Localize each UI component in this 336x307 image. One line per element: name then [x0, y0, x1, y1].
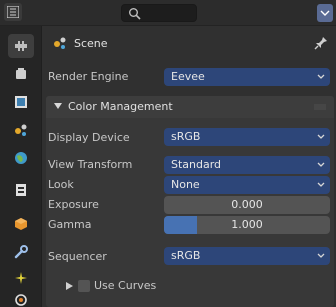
sequencer-value: sRGB	[171, 249, 201, 262]
render-tab[interactable]	[8, 62, 34, 86]
color-management-header[interactable]: Color Management	[46, 96, 334, 118]
properties-content: Scene Render Engine Eevee Color Manageme…	[42, 26, 336, 307]
scene-icon	[54, 37, 66, 49]
panel-title: Color Management	[68, 100, 173, 113]
render-engine-label: Render Engine	[48, 70, 129, 83]
collection-icon	[16, 184, 26, 196]
search-icon	[129, 8, 141, 20]
modifier-tab[interactable]	[8, 240, 34, 264]
drag-grip-icon[interactable]	[314, 104, 326, 110]
chevron-down-icon	[320, 10, 330, 16]
editor-type-button[interactable]	[4, 3, 22, 21]
scene-icon	[15, 124, 27, 136]
look-label: Look	[48, 178, 74, 191]
chevron-down-icon	[317, 253, 325, 258]
search-input[interactable]	[121, 4, 197, 22]
properties-header	[0, 0, 336, 26]
object-icon	[15, 218, 27, 230]
options-dropdown-button[interactable]	[317, 4, 333, 22]
pin-icon[interactable]	[314, 36, 328, 50]
view-transform-label: View Transform	[48, 158, 133, 171]
tool-icon	[15, 41, 27, 51]
render-icon	[16, 68, 26, 79]
output-icon	[15, 96, 27, 108]
expand-triangle-icon[interactable]	[66, 282, 73, 290]
render-engine-value: Eevee	[171, 70, 205, 83]
sequencer-dropdown[interactable]: sRGB	[164, 247, 330, 265]
display-device-value: sRGB	[171, 130, 201, 143]
sequencer-label: Sequencer	[48, 250, 107, 263]
use-curves-label: Use Curves	[94, 279, 157, 292]
color-management-panel: Color Management Display Device sRGB Vie…	[46, 96, 334, 307]
exposure-label: Exposure	[48, 198, 99, 211]
chevron-down-icon	[317, 182, 325, 187]
view-transform-dropdown[interactable]: Standard	[164, 156, 330, 174]
gamma-slider[interactable]: 1.000	[164, 216, 330, 234]
output-tab[interactable]	[8, 90, 34, 114]
scene-tab[interactable]	[8, 118, 34, 142]
collection-tab[interactable]	[8, 178, 34, 202]
object-tab[interactable]	[8, 212, 34, 236]
use-curves-checkbox[interactable]	[78, 280, 90, 292]
look-value: None	[171, 178, 200, 191]
chevron-down-icon	[317, 162, 325, 167]
world-tab[interactable]	[8, 146, 34, 170]
physics-icon	[15, 294, 27, 306]
view-transform-value: Standard	[171, 158, 222, 171]
particles-tab[interactable]	[8, 266, 34, 290]
chevron-down-icon	[317, 74, 325, 79]
properties-tabs	[0, 26, 42, 307]
wrench-icon	[14, 245, 28, 259]
particles-icon	[15, 272, 27, 284]
properties-editor-icon	[7, 6, 19, 18]
display-device-dropdown[interactable]: sRGB	[164, 128, 330, 146]
world-icon	[15, 152, 27, 164]
tool-tab[interactable]	[8, 34, 34, 58]
context-title: Scene	[74, 37, 108, 50]
chevron-down-icon	[317, 134, 325, 139]
look-dropdown[interactable]: None	[164, 176, 330, 194]
display-device-label: Display Device	[48, 131, 130, 144]
context-header: Scene	[42, 28, 336, 58]
collapse-triangle-icon	[54, 103, 62, 109]
gamma-label: Gamma	[48, 218, 92, 231]
render-engine-dropdown[interactable]: Eevee	[164, 68, 330, 86]
exposure-slider[interactable]: 0.000	[164, 196, 330, 214]
exposure-value: 0.000	[231, 198, 263, 211]
physics-tab[interactable]	[8, 288, 34, 307]
gamma-value: 1.000	[231, 218, 263, 231]
